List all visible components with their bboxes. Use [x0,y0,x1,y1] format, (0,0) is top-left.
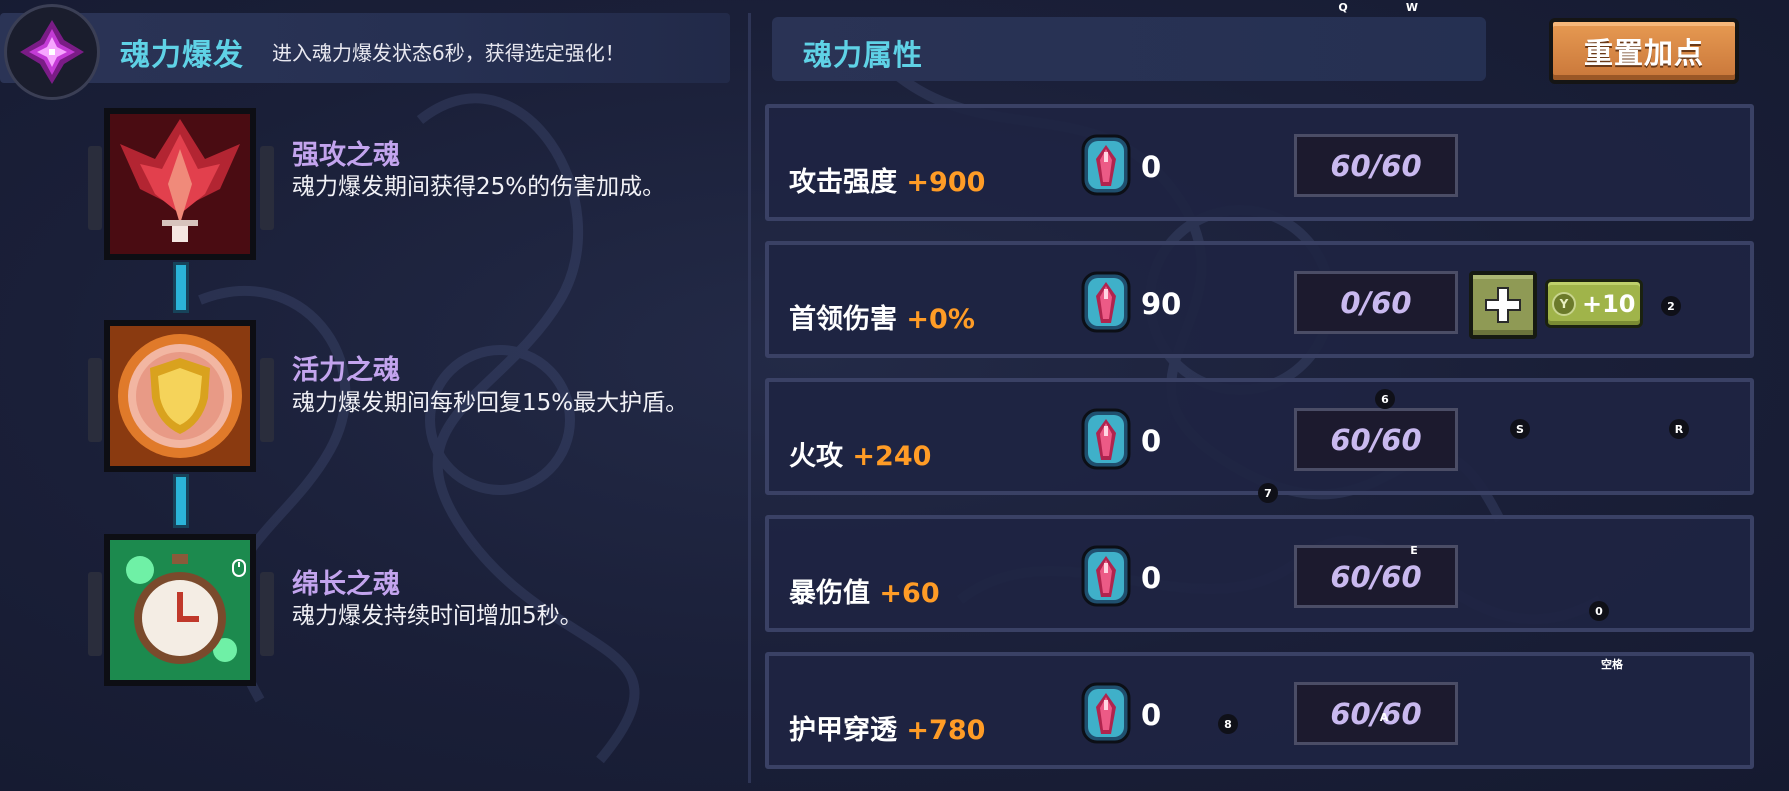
gem-count: 0 [1141,561,1162,595]
attribute-label: 暴伤值 +60 [789,578,940,609]
key-hint-q: Q [1338,0,1348,14]
panel-divider [748,13,751,783]
plus-icon [1485,287,1521,323]
stopwatch-soul-icon [104,534,256,686]
attribute-bonus: +0% [906,304,975,335]
key-hint-6: 6 [1375,389,1395,409]
key-hint-r: R [1669,419,1689,439]
key-hint-space: 空格 [1601,658,1623,671]
soul-gem-icon [1081,408,1131,470]
gem-count: 0 [1141,698,1162,732]
gem-count: 0 [1141,150,1162,184]
attribute-row-fire-attack: 火攻 +240 0 60/60 [765,378,1754,495]
attribute-bonus: +240 [852,441,932,472]
mouse-icon [228,558,250,578]
key-hint-e: E [1410,543,1418,557]
add-ten-label: +10 [1582,289,1636,318]
key-hint-w: W [1405,0,1419,14]
skill-slot-endurance[interactable] [88,534,274,694]
level-display: 60/60 [1294,134,1458,197]
add-point-button[interactable] [1469,271,1537,339]
shield-soul-icon [104,320,256,472]
soul-attributes-title: 魂力属性 [803,38,924,72]
skill-name: 绵长之魂 [292,569,400,600]
skill-connector [176,477,186,525]
soul-gem-icon [1081,134,1131,196]
attribute-bonus: +900 [906,167,986,198]
reset-points-button[interactable]: 重置加点 [1549,18,1739,84]
attribute-row-boss-damage: 首领伤害 +0% 90 0/60 Y +10 [765,241,1754,358]
gem-count: 0 [1141,424,1162,458]
key-hint-s: S [1510,419,1530,439]
skill-connector [176,265,186,310]
key-hint-2: 2 [1661,296,1681,316]
add-ten-points-button[interactable]: Y +10 [1545,279,1643,328]
attribute-label: 攻击强度 +900 [789,167,986,198]
skill-description: 魂力爆发期间每秒回复15%最大护盾。 [292,390,689,416]
key-hint-8: 8 [1218,714,1238,734]
level-display: 60/60 [1294,545,1458,608]
key-hint-0: 0 [1589,601,1609,621]
key-hint-7: 7 [1258,483,1278,503]
soul-gem-icon [1081,682,1131,744]
level-display: 0/60 [1294,271,1458,334]
y-key-icon: Y [1552,291,1576,316]
flame-soul-icon [104,108,256,260]
soul-burst-subtitle: 进入魂力爆发状态6秒，获得选定强化！ [272,41,625,65]
key-hint-a: A [1379,710,1389,724]
level-display: 60/60 [1294,408,1458,471]
skill-name: 活力之魂 [292,355,400,386]
skill-name: 强攻之魂 [292,140,400,171]
soul-burst-title: 魂力爆发 [120,38,244,73]
attribute-bonus: +780 [906,715,986,746]
skill-slot-vitality[interactable] [88,320,274,480]
skill-description: 魂力爆发期间获得25%的伤害加成。 [292,174,666,200]
soul-gem-icon [1081,545,1131,607]
attribute-label: 护甲穿透 +780 [789,715,986,746]
soul-crystal-icon [4,4,100,100]
skill-description: 魂力爆发持续时间增加5秒。 [292,603,583,629]
attribute-label: 首领伤害 +0% [789,304,975,335]
attribute-row-attack: 攻击强度 +900 0 60/60 [765,104,1754,221]
attribute-label: 火攻 +240 [789,441,932,472]
skill-slot-power[interactable] [88,108,274,268]
gem-count: 90 [1141,287,1182,321]
attribute-bonus: +60 [879,578,940,609]
soul-gem-icon [1081,271,1131,333]
